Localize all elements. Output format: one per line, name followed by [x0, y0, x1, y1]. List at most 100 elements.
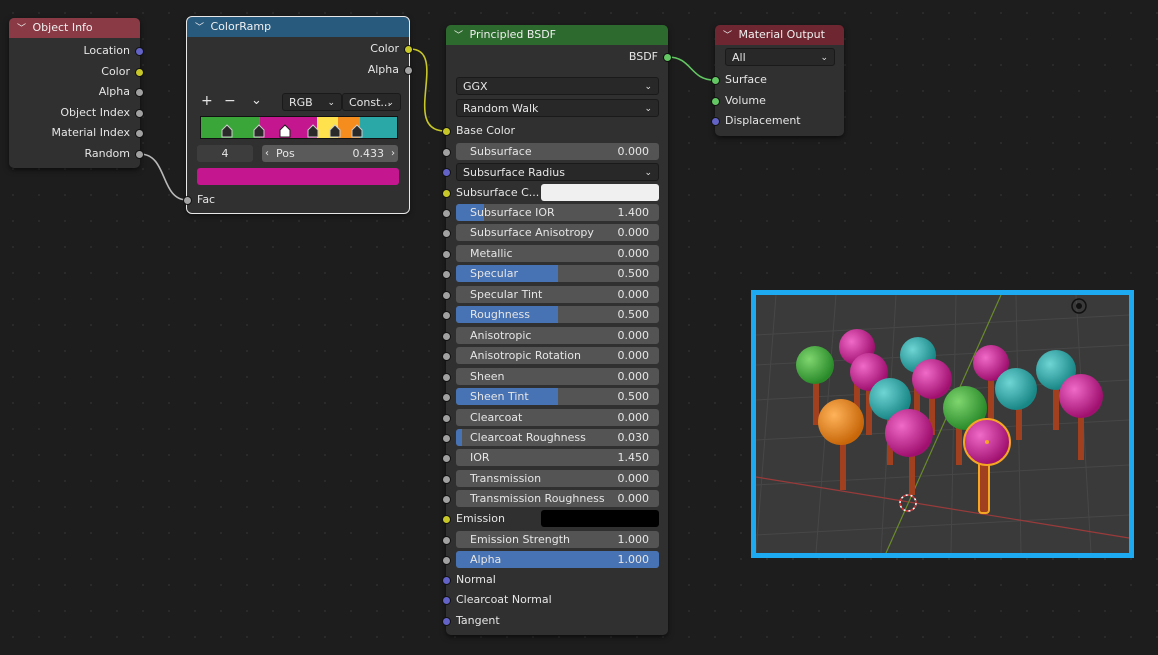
field-specular[interactable]: Specular 0.500 — [456, 265, 659, 282]
subsurface-color-swatch[interactable] — [541, 184, 659, 201]
input-tangent: Tangent — [456, 614, 500, 627]
socket-displacement[interactable] — [711, 117, 720, 126]
subsurface-radius-dropdown[interactable]: Subsurface Radius ⌄ — [456, 163, 659, 181]
color-mode-dropdown[interactable]: RGB ⌄ — [282, 93, 342, 111]
viewport-preview[interactable] — [751, 290, 1134, 558]
socket-clearcoat[interactable] — [442, 414, 451, 423]
material-output-node[interactable]: ﹀ Material Output All ⌄ Surface Volume D… — [711, 25, 844, 136]
field-sheen[interactable]: Sheen 0.000 — [456, 368, 659, 385]
socket-random[interactable] — [135, 150, 144, 159]
output-color: Color — [101, 65, 130, 78]
chevron-down-icon[interactable]: ﹀ — [195, 18, 207, 38]
chevron-right-icon[interactable]: › — [391, 145, 395, 162]
socket-color-out[interactable] — [404, 45, 413, 54]
output-target-dropdown[interactable]: All ⌄ — [725, 48, 835, 66]
object-info-title: Object Info — [32, 21, 93, 34]
socket-base-color[interactable] — [442, 127, 451, 136]
socket-transmission[interactable] — [442, 475, 451, 484]
socket-location[interactable] — [135, 47, 144, 56]
principled-bsdf-node[interactable]: ﹀ Principled BSDF BSDF GGX ⌄ Random Walk… — [442, 25, 672, 635]
chevron-down-icon[interactable]: ﹀ — [454, 26, 466, 46]
color-ramp-node[interactable]: ﹀ ColorRamp Color Alpha + − ⌄ RGB ⌄ Cons… — [183, 16, 413, 214]
field-emission-strength[interactable]: Emission Strength 1.000 — [456, 531, 659, 548]
socket-specular[interactable] — [442, 270, 451, 279]
ramp-stop-3[interactable] — [307, 124, 319, 138]
socket-transmission-roughness[interactable] — [442, 495, 451, 504]
socket-volume[interactable] — [711, 97, 720, 106]
socket-object-index[interactable] — [135, 109, 144, 118]
selected-lollipop[interactable] — [963, 418, 1011, 514]
chevron-down-icon[interactable]: ﹀ — [17, 19, 29, 39]
field-specular-tint[interactable]: Specular Tint 0.000 — [456, 286, 659, 303]
object-info-header[interactable]: ﹀ Object Info — [9, 18, 140, 38]
socket-subsurface-radius[interactable] — [442, 168, 451, 177]
socket-clearcoat-normal[interactable] — [442, 596, 451, 605]
chevron-left-icon[interactable]: ‹ — [265, 145, 269, 162]
interpolation-dropdown[interactable]: Const... ⌄ — [342, 93, 401, 111]
socket-fac-in[interactable] — [183, 196, 192, 205]
field-anisotropic[interactable]: Anisotropic 0.000 — [456, 327, 659, 344]
socket-subsurface[interactable] — [442, 148, 451, 157]
socket-sheen[interactable] — [442, 373, 451, 382]
socket-subsurface-ior[interactable] — [442, 209, 451, 218]
field-clearcoat-roughness[interactable]: Clearcoat Roughness 0.030 — [456, 429, 659, 446]
add-stop-button[interactable]: + — [201, 93, 213, 109]
socket-material-index[interactable] — [135, 129, 144, 138]
field-subsurface[interactable]: Subsurface 0.000 — [456, 143, 659, 160]
field-sheen-tint[interactable]: Sheen Tint 0.500 — [456, 388, 659, 405]
ramp-stop-4[interactable] — [329, 124, 341, 138]
field-transmission[interactable]: Transmission 0.000 — [456, 470, 659, 487]
socket-emission[interactable] — [442, 515, 451, 524]
ramp-stop-2[interactable] — [253, 124, 265, 138]
socket-anisotropic[interactable] — [442, 332, 451, 341]
chevron-down-icon: ⌄ — [386, 98, 394, 108]
field-anisotropic-rotation[interactable]: Anisotropic Rotation 0.000 — [456, 347, 659, 364]
socket-anisotropic-rotation[interactable] — [442, 352, 451, 361]
field-transmission-roughness[interactable]: Transmission Roughness 0.000 — [456, 490, 659, 507]
input-subsurface-color: Subsurface C... — [456, 186, 540, 199]
socket-metallic[interactable] — [442, 250, 451, 259]
emission-color-swatch[interactable] — [541, 510, 659, 527]
material-output-header[interactable]: ﹀ Material Output — [715, 25, 844, 45]
field-label: Emission Strength — [470, 533, 571, 546]
socket-surface[interactable] — [711, 76, 720, 85]
object-info-node[interactable]: ﹀ Object Info Location Color Alpha Objec… — [9, 18, 144, 168]
socket-normal[interactable] — [442, 576, 451, 585]
socket-emission-strength[interactable] — [442, 536, 451, 545]
field-subsurface-ior[interactable]: Subsurface IOR 1.400 — [456, 204, 659, 221]
color-ramp-gradient[interactable] — [200, 116, 398, 139]
distribution-dropdown[interactable]: GGX ⌄ — [456, 77, 659, 95]
socket-ior[interactable] — [442, 454, 451, 463]
chevron-down-icon[interactable]: ﹀ — [723, 26, 735, 46]
remove-stop-button[interactable]: − — [224, 93, 236, 109]
socket-roughness[interactable] — [442, 311, 451, 320]
socket-subsurface-color[interactable] — [442, 189, 451, 198]
field-roughness[interactable]: Roughness 0.500 — [456, 306, 659, 323]
field-alpha[interactable]: Alpha 1.000 — [456, 551, 659, 568]
ramp-menu-button[interactable]: ⌄ — [251, 93, 262, 108]
principled-bsdf-header[interactable]: ﹀ Principled BSDF — [446, 25, 668, 45]
socket-alpha-out[interactable] — [404, 66, 413, 75]
socket-bsdf-out[interactable] — [663, 53, 672, 62]
active-stop-color-swatch[interactable] — [197, 168, 399, 185]
ramp-stop-markers[interactable] — [201, 117, 397, 138]
color-ramp-header[interactable]: ﹀ ColorRamp — [187, 17, 409, 37]
socket-tangent[interactable] — [442, 617, 451, 626]
stop-index-field[interactable]: 4 — [197, 145, 253, 162]
socket-specular-tint[interactable] — [442, 291, 451, 300]
socket-color[interactable] — [135, 68, 144, 77]
socket-sheen-tint[interactable] — [442, 393, 451, 402]
ramp-stop-5[interactable] — [351, 124, 363, 138]
socket-clearcoat-roughness[interactable] — [442, 434, 451, 443]
socket-alpha[interactable] — [442, 556, 451, 565]
ramp-stop-1[interactable] — [221, 124, 233, 138]
field-ior[interactable]: IOR 1.450 — [456, 449, 659, 466]
ramp-stop-active[interactable] — [279, 124, 291, 138]
socket-subsurface-anisotropy[interactable] — [442, 229, 451, 238]
field-clearcoat[interactable]: Clearcoat 0.000 — [456, 409, 659, 426]
socket-alpha[interactable] — [135, 88, 144, 97]
subsurface-method-dropdown[interactable]: Random Walk ⌄ — [456, 99, 659, 117]
position-field[interactable]: ‹ Pos 0.433 › — [262, 145, 398, 162]
field-subsurface-anisotropy[interactable]: Subsurface Anisotropy 0.000 — [456, 224, 659, 241]
field-metallic[interactable]: Metallic 0.000 — [456, 245, 659, 262]
